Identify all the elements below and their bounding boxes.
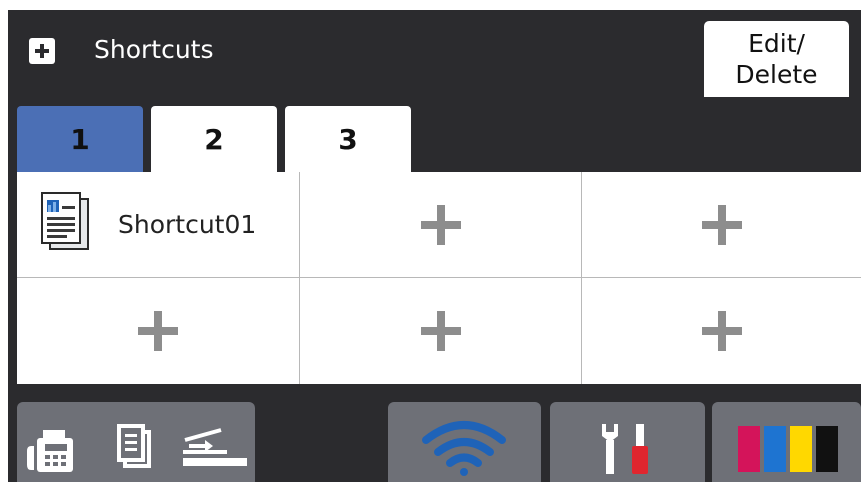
plus-icon bbox=[138, 311, 178, 351]
tab-1[interactable]: 1 bbox=[17, 106, 143, 172]
tab-label: 2 bbox=[204, 122, 224, 156]
copy-icon bbox=[117, 424, 151, 468]
fax-icon bbox=[27, 430, 73, 472]
add-shortcut-icon bbox=[29, 38, 55, 64]
tools-icon bbox=[602, 424, 648, 474]
add-shortcut-button[interactable] bbox=[300, 278, 581, 384]
add-shortcut-button[interactable] bbox=[17, 278, 299, 384]
add-shortcut-button[interactable] bbox=[582, 278, 861, 384]
scan-icon bbox=[183, 428, 247, 466]
edit-delete-button[interactable]: Edit/ Delete bbox=[704, 21, 849, 97]
plus-icon bbox=[701, 311, 742, 351]
ink-levels-icon bbox=[738, 426, 838, 472]
delete-label: Delete bbox=[735, 60, 818, 89]
settings-button[interactable] bbox=[550, 402, 705, 482]
shortcut-grid: Shortcut01 bbox=[17, 172, 861, 384]
wifi-button[interactable] bbox=[388, 402, 541, 482]
ink-levels-button[interactable] bbox=[712, 402, 861, 482]
lcd-screen: Shortcuts Edit/ Delete 1 2 3 Shortcut01 bbox=[8, 10, 861, 482]
shortcut-01-button[interactable]: Shortcut01 bbox=[17, 172, 299, 277]
tab-3[interactable]: 3 bbox=[285, 106, 411, 172]
plus-icon bbox=[420, 204, 461, 245]
function-modes-button[interactable] bbox=[17, 402, 255, 482]
edit-label: Edit/ bbox=[748, 29, 805, 58]
plus-icon bbox=[420, 311, 461, 351]
add-shortcut-button[interactable] bbox=[300, 172, 581, 277]
add-shortcut-button[interactable] bbox=[582, 172, 861, 277]
plus-icon bbox=[701, 204, 742, 245]
tab-2[interactable]: 2 bbox=[151, 106, 277, 172]
mode-icons bbox=[27, 424, 247, 472]
copy-document-icon bbox=[41, 192, 89, 250]
page-title: Shortcuts bbox=[94, 35, 214, 64]
wifi-icon bbox=[422, 421, 506, 476]
tab-label: 1 bbox=[70, 122, 90, 156]
tab-label: 3 bbox=[338, 122, 358, 156]
shortcut-label: Shortcut01 bbox=[118, 210, 257, 239]
